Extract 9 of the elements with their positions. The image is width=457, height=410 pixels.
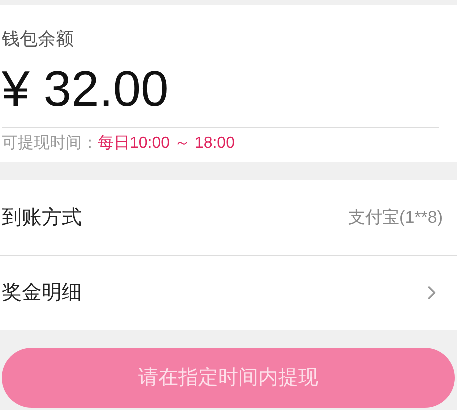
row-label: 奖金明细 xyxy=(2,281,82,306)
settings-row[interactable]: 到账方式 支付宝(1**8) xyxy=(0,180,457,255)
settings-row[interactable]: 奖金明细 xyxy=(0,255,457,330)
row-value: 支付宝(1**8) xyxy=(348,206,443,229)
time-value: 每日10:00 ～ 18:00 xyxy=(98,134,235,154)
wallet-label: 钱包余额 xyxy=(2,28,75,51)
balance-amount: ¥ 32.00 xyxy=(2,61,170,117)
time-label: 可提现时间： xyxy=(2,134,98,154)
row-label: 到账方式 xyxy=(2,206,82,230)
